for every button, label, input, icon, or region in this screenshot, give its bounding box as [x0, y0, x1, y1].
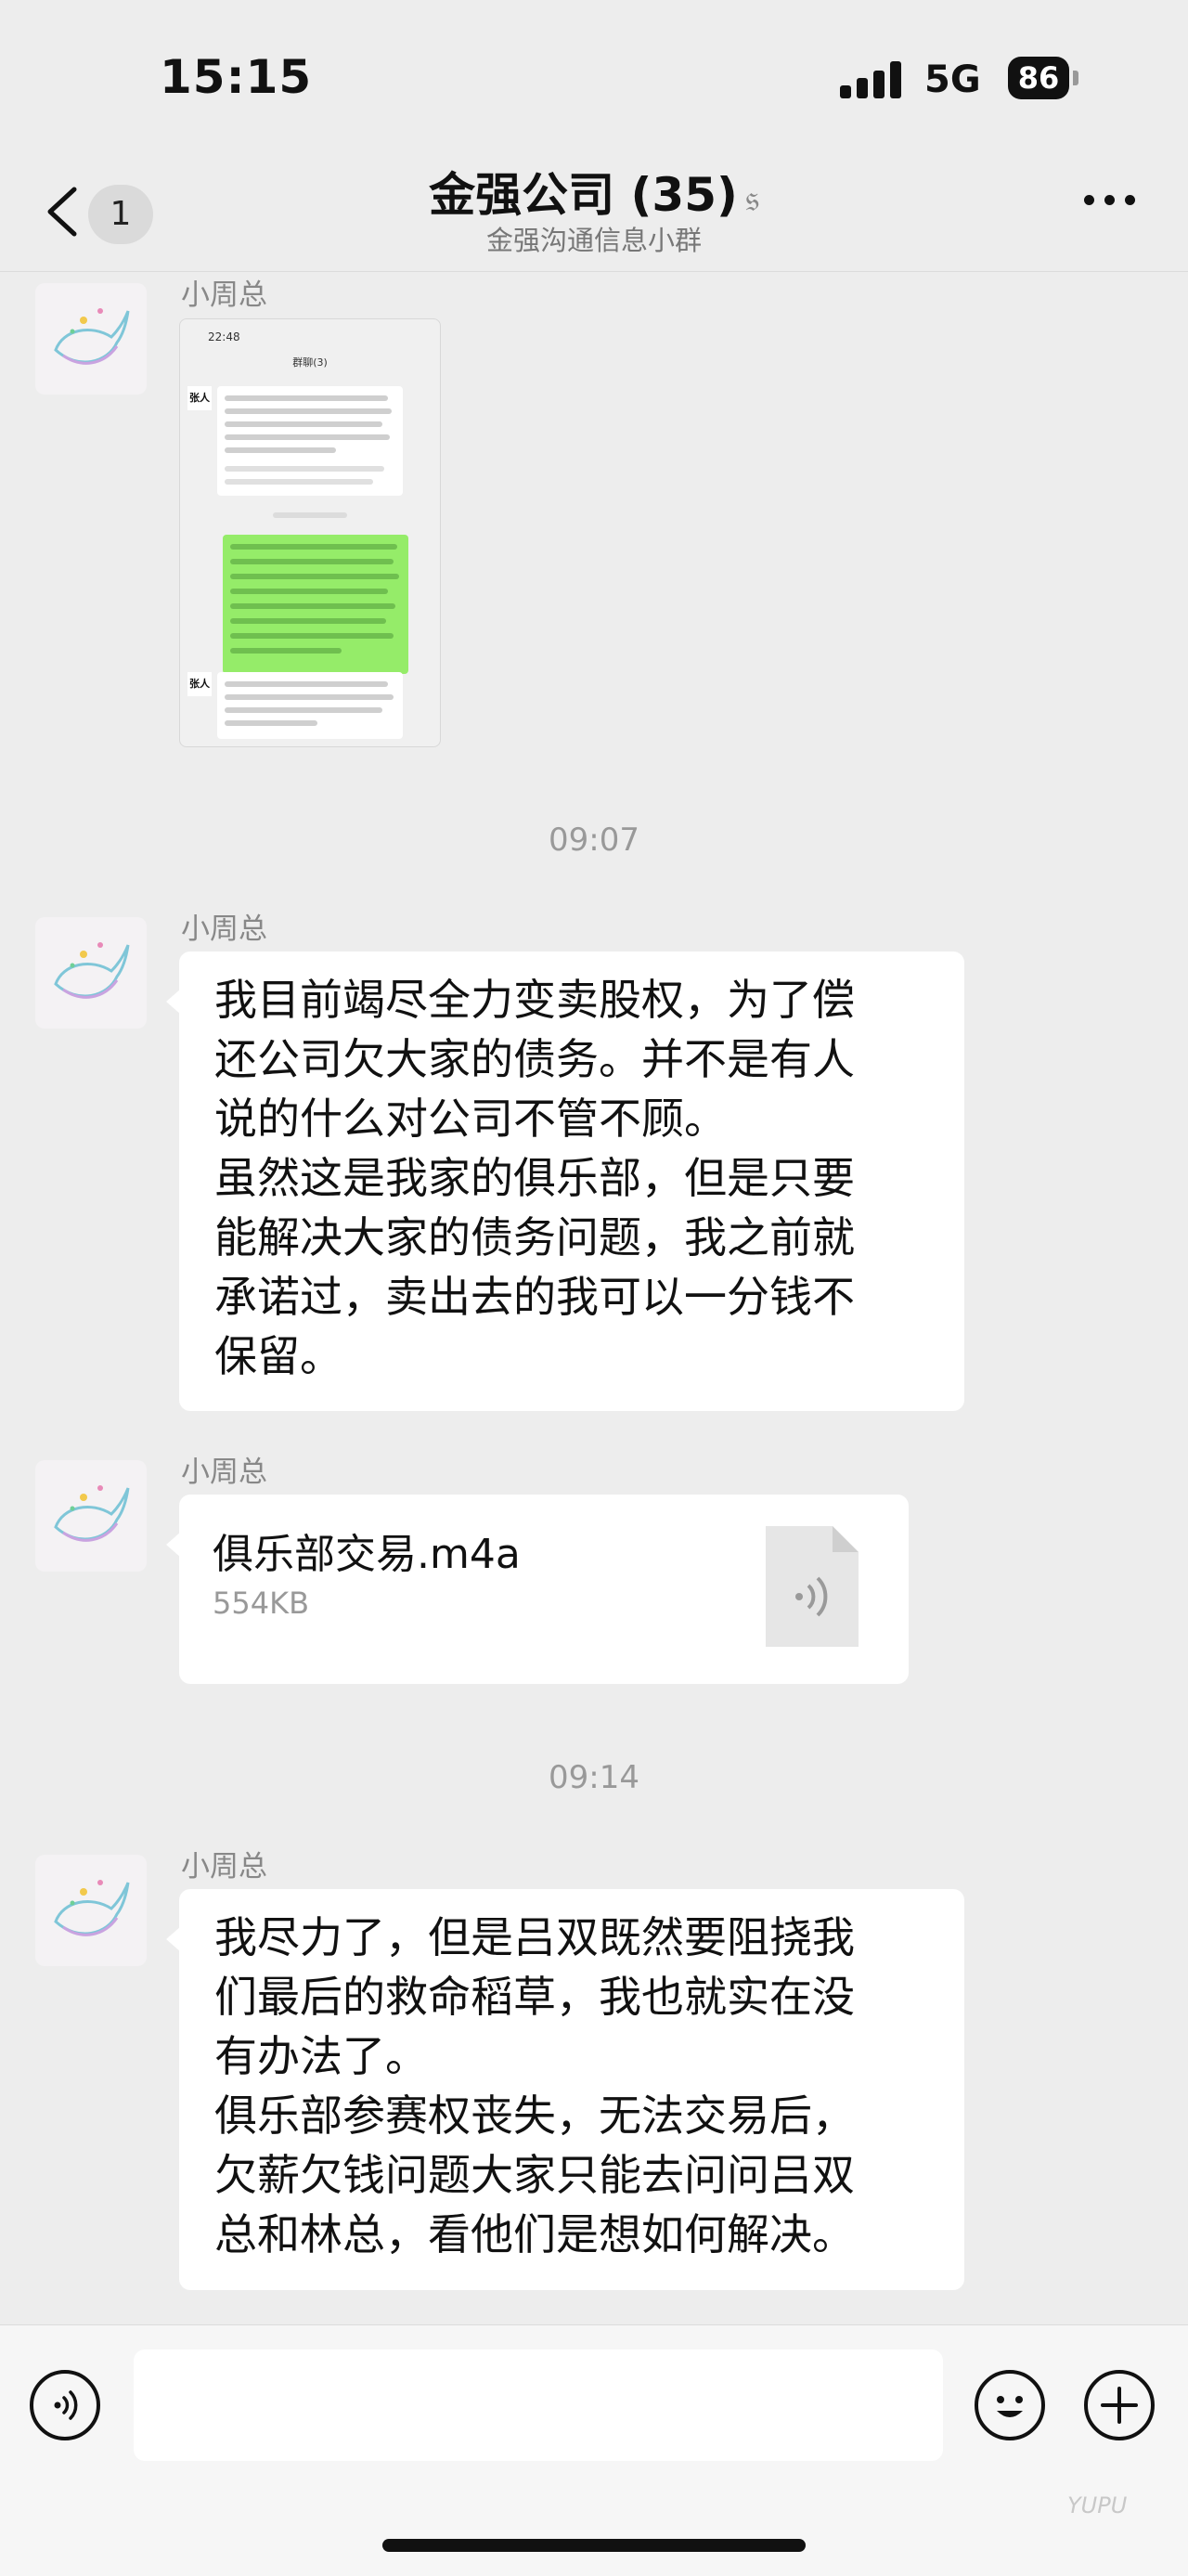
- status-bar: 15:15 5G 86: [0, 0, 1188, 158]
- signal-icon: [840, 61, 905, 98]
- file-size: 554KB: [213, 1586, 310, 1621]
- emoji-button[interactable]: [975, 2370, 1045, 2440]
- smiley-icon: [997, 2396, 1023, 2417]
- chat-title-text: 金强公司 (35): [429, 168, 738, 222]
- avatar[interactable]: [35, 283, 147, 395]
- screenshot-reply: [223, 535, 408, 674]
- more-options-button[interactable]: [1084, 195, 1136, 214]
- home-indicator: [382, 2539, 806, 2552]
- whale-logo-icon: [54, 1880, 130, 1936]
- input-bar: YUPU: [0, 2324, 1188, 2576]
- sender-name: 小周总: [181, 278, 267, 312]
- plus-icon: [1101, 2387, 1138, 2424]
- battery-nub: [1073, 71, 1078, 85]
- chat-title: 金强公司 (35) 𝔰: [0, 158, 1188, 225]
- screenshot-title: 群聊(3): [292, 356, 328, 369]
- sender-name: 小周总: [181, 1850, 267, 1883]
- screenshot-time: 22:48: [208, 330, 240, 343]
- audio-file-icon: [766, 1526, 859, 1647]
- avatar[interactable]: [35, 1855, 147, 1966]
- message-text: 我目前竭尽全力变卖股权，为了偿 还公司欠大家的债务。并不是有人 说的什么对公司不…: [214, 975, 855, 1381]
- whale-logo-icon: [54, 1485, 130, 1542]
- timestamp: 09:14: [549, 1759, 639, 1796]
- network-type: 5G: [924, 58, 981, 101]
- status-time: 15:15: [160, 50, 313, 104]
- timestamp: 09:07: [549, 822, 639, 859]
- sender-name: 小周总: [181, 913, 267, 946]
- bubble-tail: [166, 989, 181, 1015]
- avatar[interactable]: [35, 917, 147, 1029]
- add-button[interactable]: [1084, 2370, 1155, 2440]
- avatar[interactable]: [35, 1460, 147, 1572]
- whale-logo-icon: [54, 308, 130, 365]
- bubble-tail: [166, 1926, 181, 1952]
- message-text: 我尽力了，但是吕双既然要阻挠我 们最后的救命稻草，我也就实在没 有办法了。 俱乐…: [214, 1912, 855, 2259]
- watermark: YUPU: [1067, 2492, 1128, 2518]
- screenshot-image[interactable]: 22:48 群聊(3) 张人 张人: [179, 318, 441, 747]
- voice-input-button[interactable]: [30, 2370, 100, 2440]
- chat-header: 1 金强公司 (35) 𝔰 金强沟通信息小群: [0, 158, 1188, 272]
- bubble-tail: [166, 1532, 181, 1558]
- earpiece-mode-icon: 𝔰: [744, 177, 759, 220]
- voice-icon: [54, 2390, 78, 2420]
- sender-name: 小周总: [181, 1456, 267, 1489]
- file-message[interactable]: 俱乐部交易.m4a 554KB: [166, 1495, 909, 1684]
- screenshot-message-2: [217, 672, 403, 739]
- message-input[interactable]: [134, 2349, 943, 2461]
- battery-icon: 86: [1008, 57, 1069, 99]
- file-name: 俱乐部交易.m4a: [213, 1531, 521, 1578]
- screenshot-avatar: 张人: [187, 386, 212, 410]
- whale-logo-icon: [54, 942, 130, 999]
- message-bubble[interactable]: 我尽力了，但是吕双既然要阻挠我 们最后的救命稻草，我也就实在没 有办法了。 俱乐…: [166, 1889, 964, 2290]
- chat-subtitle: 金强沟通信息小群: [485, 225, 702, 256]
- message-bubble[interactable]: 我目前竭尽全力变卖股权，为了偿 还公司欠大家的债务。并不是有人 说的什么对公司不…: [166, 951, 964, 1411]
- screenshot-avatar-2: 张人: [187, 672, 212, 696]
- screenshot-message: [217, 386, 403, 496]
